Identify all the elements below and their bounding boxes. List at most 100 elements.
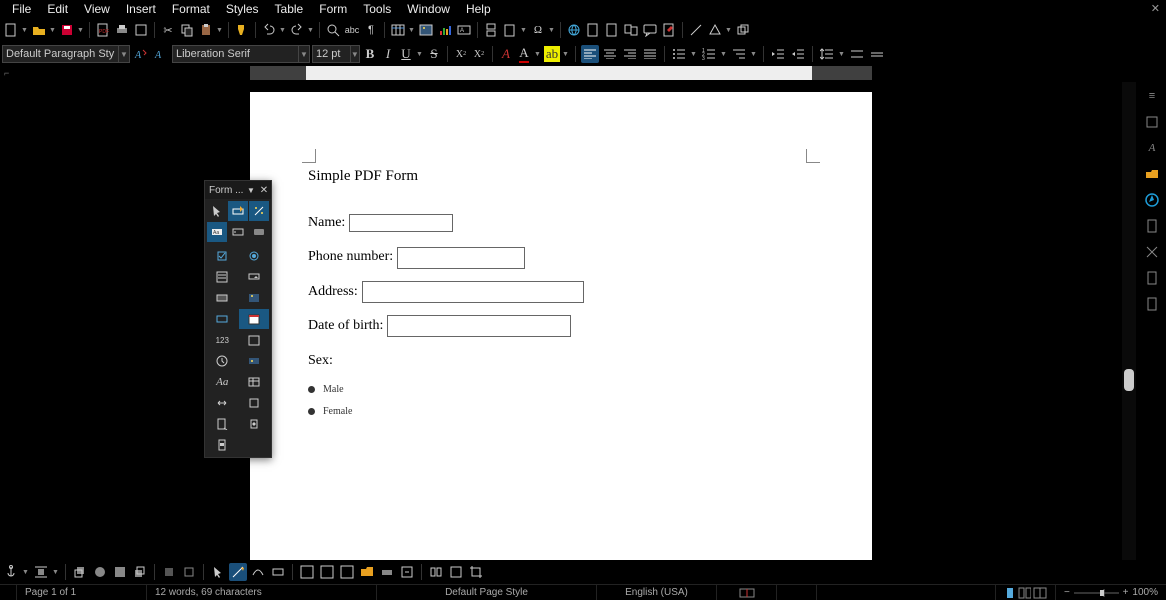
group-box-icon[interactable]	[239, 330, 270, 350]
to-front-icon[interactable]	[71, 563, 89, 581]
select-tool-icon[interactable]	[209, 563, 227, 581]
listbox-icon[interactable]	[207, 267, 238, 287]
menu-format[interactable]: Format	[164, 2, 218, 16]
table-control-icon[interactable]	[239, 372, 270, 392]
page-break-icon[interactable]	[482, 21, 500, 39]
menu-window[interactable]: Window	[399, 2, 458, 16]
spellcheck-icon[interactable]: abc	[343, 21, 361, 39]
accessibility-icon[interactable]	[1142, 294, 1162, 314]
frame-props-icon[interactable]	[318, 563, 336, 581]
image-button-icon[interactable]	[239, 288, 270, 308]
indent-increase-icon[interactable]	[789, 45, 807, 63]
currency-field-icon[interactable]	[239, 351, 270, 371]
paste-dropdown-icon[interactable]: ▼	[216, 27, 224, 34]
menu-table[interactable]: Table	[267, 2, 312, 16]
manage-changes-icon[interactable]	[1142, 268, 1162, 288]
caption-icon[interactable]	[298, 563, 316, 581]
tab-stop-icon[interactable]: ⌐	[4, 68, 9, 78]
undo-dropdown-icon[interactable]: ▼	[279, 27, 287, 34]
new-style-icon[interactable]: A	[152, 45, 170, 63]
label-icon[interactable]: Aa	[207, 222, 227, 242]
forward-icon[interactable]	[91, 563, 109, 581]
zoom-slider[interactable]	[1074, 589, 1119, 597]
clone-format-icon[interactable]	[233, 21, 251, 39]
date-field-icon[interactable]	[239, 309, 270, 329]
background-icon[interactable]	[180, 563, 198, 581]
radio-icon[interactable]	[308, 386, 315, 393]
outline-dropdown-icon[interactable]: ▼	[750, 51, 758, 58]
new-icon[interactable]	[2, 21, 20, 39]
symbol-icon[interactable]: Ω	[529, 21, 547, 39]
select-mode-icon[interactable]	[207, 201, 227, 221]
table-icon[interactable]	[389, 21, 407, 39]
new-dropdown-icon[interactable]: ▼	[21, 27, 29, 34]
bookmark-icon[interactable]	[603, 21, 621, 39]
menu-tools[interactable]: Tools	[355, 2, 399, 16]
para-spacing-dec-icon[interactable]	[868, 45, 886, 63]
book-view-icon[interactable]	[1033, 587, 1047, 599]
para-spacing-inc-icon[interactable]	[848, 45, 866, 63]
menu-insert[interactable]: Insert	[118, 2, 164, 16]
menu-file[interactable]: File	[4, 2, 39, 16]
design-mode-icon[interactable]	[228, 201, 248, 221]
pattern-field-icon[interactable]: Aa	[207, 372, 238, 392]
superscript-button[interactable]: X2	[453, 45, 469, 63]
crop-icon[interactable]	[467, 563, 485, 581]
styles-panel-icon[interactable]: A	[1142, 138, 1162, 158]
indent-decrease-icon[interactable]	[769, 45, 787, 63]
copy-icon[interactable]	[178, 21, 196, 39]
palette-menu-icon[interactable]: ▼	[245, 186, 257, 195]
font-color-icon[interactable]: A	[516, 45, 532, 63]
backward-icon[interactable]	[111, 563, 129, 581]
open-dropdown-icon[interactable]: ▼	[49, 27, 57, 34]
status-word-count[interactable]: 12 words, 69 characters	[147, 585, 377, 600]
properties-panel-icon[interactable]	[1142, 112, 1162, 132]
anchor-icon[interactable]	[2, 563, 20, 581]
rectangle-tool-icon[interactable]	[269, 563, 287, 581]
line-spacing-icon[interactable]	[818, 45, 836, 63]
single-page-icon[interactable]	[1004, 587, 1016, 599]
cross-ref-icon[interactable]	[622, 21, 640, 39]
status-language[interactable]: English (USA)	[597, 585, 717, 600]
female-option[interactable]: Female	[308, 404, 814, 420]
redo-icon[interactable]	[288, 21, 306, 39]
spacing-dropdown-icon[interactable]: ▼	[838, 51, 846, 58]
address-input[interactable]	[362, 281, 584, 303]
checkbox-icon[interactable]	[207, 246, 238, 266]
image-icon[interactable]	[417, 21, 435, 39]
textbox-icon[interactable]: A	[455, 21, 473, 39]
outline-icon[interactable]	[730, 45, 748, 63]
highlight-icon[interactable]: ab	[544, 45, 560, 63]
font-name-input[interactable]	[173, 48, 298, 60]
clear-format-icon[interactable]: A	[498, 45, 514, 63]
textbox-control-icon[interactable]	[228, 222, 248, 242]
field-icon[interactable]	[501, 21, 519, 39]
status-insert-mode[interactable]	[717, 585, 777, 600]
multi-page-icon[interactable]	[1018, 587, 1032, 599]
undo-icon[interactable]	[260, 21, 278, 39]
find-icon[interactable]	[324, 21, 342, 39]
scrollbar-control-icon[interactable]	[207, 435, 238, 455]
underline-dropdown-icon[interactable]: ▼	[416, 51, 424, 58]
track-changes-icon[interactable]	[660, 21, 678, 39]
horizontal-ruler[interactable]: ⌐	[0, 66, 1166, 82]
bullet-dropdown-icon[interactable]: ▼	[690, 51, 698, 58]
align-center-icon[interactable]	[601, 45, 619, 63]
phone-input[interactable]	[397, 247, 525, 269]
save-dropdown-icon[interactable]: ▼	[77, 27, 85, 34]
status-page-style[interactable]: Default Page Style	[377, 585, 597, 600]
zoom-in-icon[interactable]: +	[1123, 587, 1129, 598]
numeric-field-icon[interactable]: 123	[207, 330, 238, 350]
window-close-icon[interactable]: ✕	[1151, 2, 1160, 15]
highlight-dropdown-icon[interactable]: ▼	[562, 51, 570, 58]
status-zoom[interactable]: − + 100%	[1056, 585, 1166, 600]
strike-button[interactable]: S	[426, 45, 442, 63]
ungroup-icon[interactable]	[378, 563, 396, 581]
stylist-panel-icon[interactable]	[1142, 242, 1162, 262]
basic-shapes-dropdown-icon[interactable]: ▼	[725, 27, 733, 34]
wrap-dropdown-icon[interactable]: ▼	[52, 569, 60, 576]
distribute-icon[interactable]	[447, 563, 465, 581]
basic-shapes-icon[interactable]	[706, 21, 724, 39]
enter-group-icon[interactable]	[398, 563, 416, 581]
file-select-icon[interactable]	[207, 414, 238, 434]
